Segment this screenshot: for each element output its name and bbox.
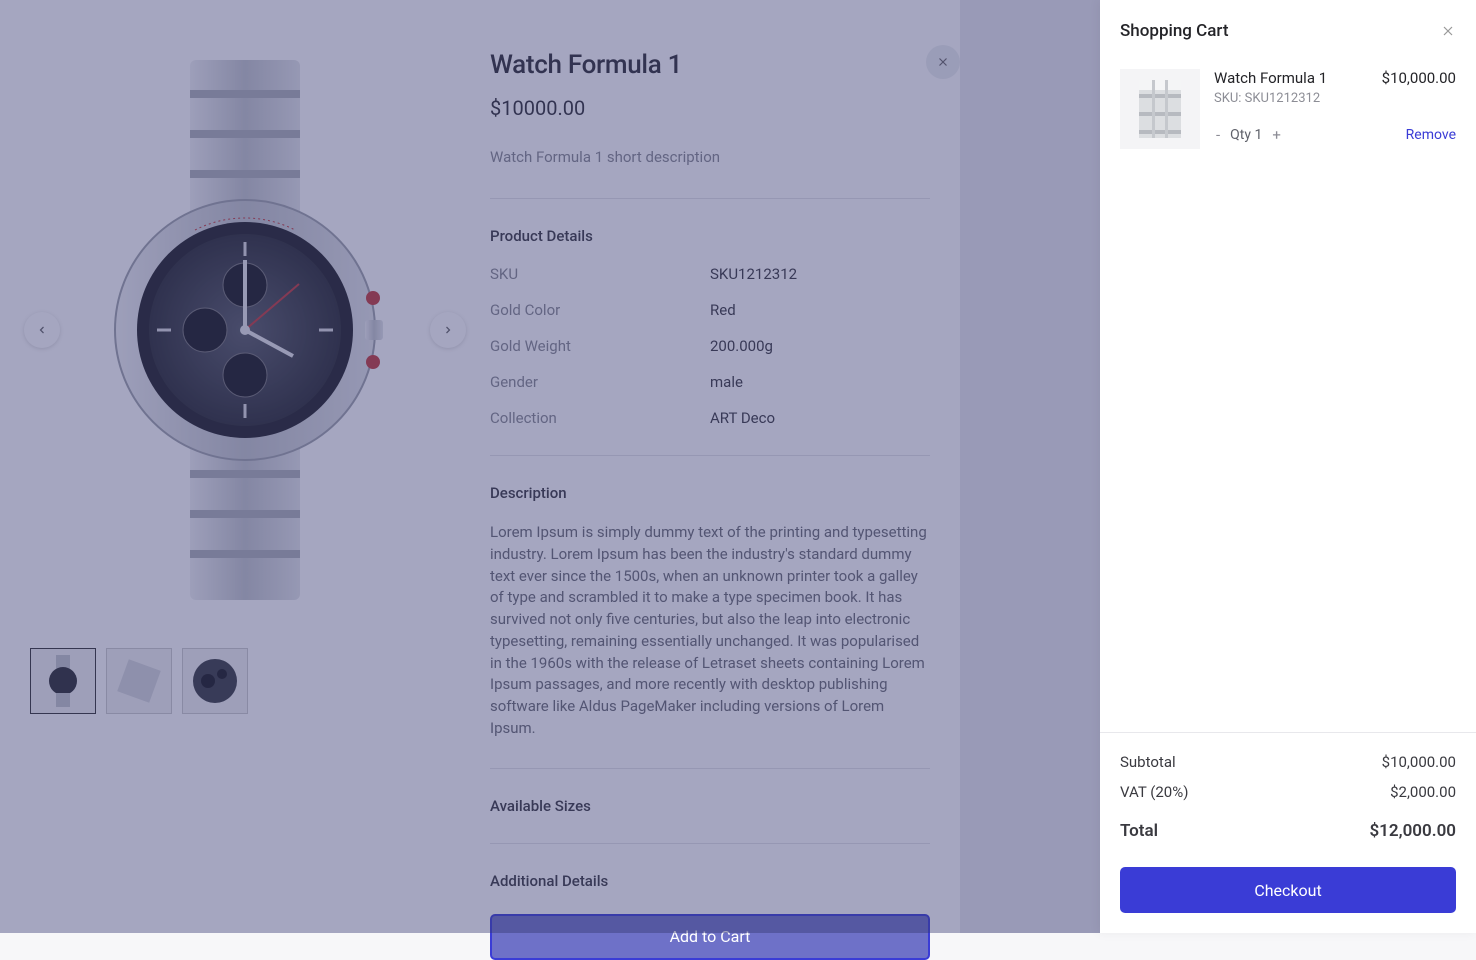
add-to-cart-button[interactable]: Add to Cart [490, 914, 930, 960]
subtotal-label: Subtotal [1120, 753, 1176, 771]
total-label: Total [1120, 821, 1158, 841]
vat-value: $2,000.00 [1390, 783, 1456, 801]
close-icon [1440, 23, 1456, 39]
thumbnail-1[interactable] [30, 648, 96, 714]
checkout-button[interactable]: Checkout [1120, 867, 1456, 913]
total-row: Total $12,000.00 [1120, 821, 1456, 841]
product-details-heading: Product Details [490, 227, 930, 245]
gallery-next-button[interactable] [430, 312, 466, 348]
detail-value: Red [710, 301, 736, 319]
qty-label: Qty 1 [1230, 127, 1262, 143]
detail-value: 200.000g [710, 337, 773, 355]
detail-row-goldweight: Gold Weight 200.000g [490, 337, 930, 355]
qty-controls: - Qty 1 + [1214, 126, 1283, 144]
cart-close-button[interactable] [1440, 23, 1456, 39]
modal-close-button[interactable] [926, 45, 960, 79]
thumbnail-3[interactable] [182, 648, 248, 714]
detail-value: male [710, 373, 743, 391]
cart-title: Shopping Cart [1120, 21, 1229, 41]
detail-label: Gold Color [490, 301, 710, 319]
product-short-description: Watch Formula 1 short description [490, 148, 930, 166]
detail-value: SKU1212312 [710, 265, 797, 283]
detail-row-collection: Collection ART Deco [490, 409, 930, 427]
product-image-panel [0, 0, 490, 933]
detail-row-goldcolor: Gold Color Red [490, 301, 930, 319]
thumbnail-row [30, 648, 460, 714]
subtotal-row: Subtotal $10,000.00 [1120, 753, 1456, 771]
cart-item: Watch Formula 1 $10,000.00 SKU: SKU12123… [1100, 61, 1476, 157]
watch-image [95, 50, 395, 610]
vat-row: VAT (20%) $2,000.00 [1120, 783, 1456, 801]
chevron-left-icon [36, 324, 48, 336]
cart-item-name: Watch Formula 1 [1214, 69, 1327, 87]
gallery-prev-button[interactable] [24, 312, 60, 348]
product-info-panel: Watch Formula 1 $10000.00 Watch Formula … [490, 0, 960, 933]
divider [490, 455, 930, 456]
detail-value: ART Deco [710, 409, 775, 427]
description-text: Lorem Ipsum is simply dummy text of the … [490, 522, 930, 740]
thumbnail-2[interactable] [106, 648, 172, 714]
divider [490, 843, 930, 844]
description-heading: Description [490, 484, 930, 502]
cart-panel: Shopping Cart Watch Formula 1 $10,000.00… [1100, 0, 1476, 933]
chevron-right-icon [442, 324, 454, 336]
detail-label: Gender [490, 373, 710, 391]
detail-row-sku: SKU SKU1212312 [490, 265, 930, 283]
cart-item-info: Watch Formula 1 $10,000.00 SKU: SKU12123… [1214, 69, 1456, 149]
product-main-image [30, 30, 460, 630]
vat-label: VAT (20%) [1120, 783, 1188, 801]
subtotal-value: $10,000.00 [1382, 753, 1456, 771]
detail-label: SKU [490, 265, 710, 283]
cart-summary: Subtotal $10,000.00 VAT (20%) $2,000.00 … [1100, 732, 1476, 933]
product-modal: Watch Formula 1 $10000.00 Watch Formula … [0, 0, 960, 933]
product-price: $10000.00 [490, 96, 930, 120]
cart-item-image [1120, 69, 1200, 149]
detail-label: Collection [490, 409, 710, 427]
detail-row-gender: Gender male [490, 373, 930, 391]
additional-details-heading: Additional Details [490, 872, 930, 890]
detail-label: Gold Weight [490, 337, 710, 355]
qty-increase-button[interactable]: + [1270, 126, 1283, 144]
product-title: Watch Formula 1 [490, 50, 930, 80]
cart-item-sku: SKU: SKU1212312 [1214, 91, 1456, 106]
cart-item-price: $10,000.00 [1382, 69, 1456, 87]
divider [490, 768, 930, 769]
cart-header: Shopping Cart [1100, 0, 1476, 61]
remove-item-link[interactable]: Remove [1406, 127, 1456, 143]
close-icon [936, 55, 950, 69]
total-value: $12,000.00 [1369, 821, 1456, 841]
available-sizes-heading: Available Sizes [490, 797, 930, 815]
qty-decrease-button[interactable]: - [1214, 126, 1222, 144]
divider [490, 198, 930, 199]
